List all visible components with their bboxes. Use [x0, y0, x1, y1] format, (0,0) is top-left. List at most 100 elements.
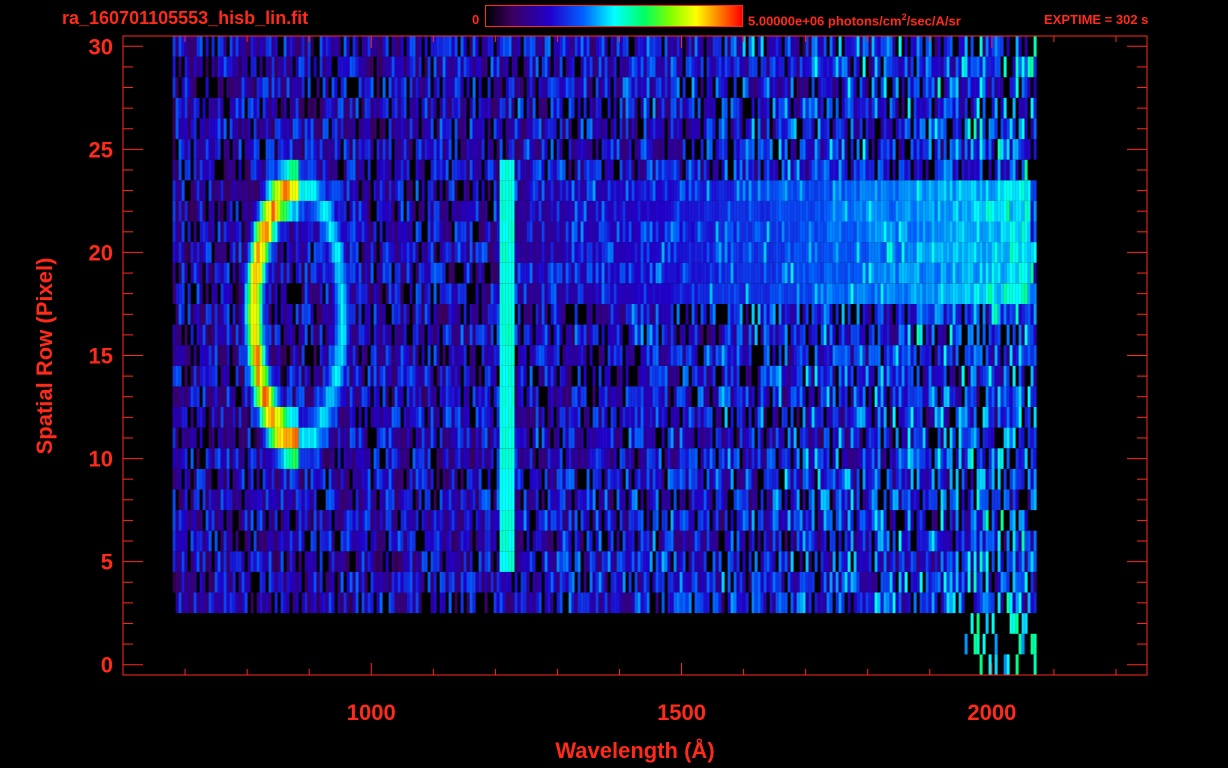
- heatmap-cell: [274, 551, 278, 572]
- heatmap-cell: [205, 510, 209, 531]
- heatmap-cell: [703, 571, 707, 593]
- heatmap-cell: [685, 365, 689, 387]
- heatmap-cell: [916, 530, 920, 552]
- heatmap-cell: [901, 345, 905, 366]
- heatmap-cell: [997, 324, 1001, 346]
- heatmap-cell: [199, 510, 203, 531]
- heatmap-cell: [331, 324, 335, 346]
- heatmap-cell: [934, 571, 938, 593]
- heatmap-cell: [181, 283, 185, 304]
- heatmap-cell: [886, 468, 890, 490]
- heatmap-cell: [190, 592, 194, 614]
- heatmap-cell: [529, 304, 533, 325]
- heatmap-cell: [979, 510, 983, 531]
- heatmap-cell: [250, 345, 254, 366]
- heatmap-cell: [562, 468, 566, 490]
- heatmap-cell: [1018, 407, 1022, 428]
- heatmap-cell: [487, 324, 491, 346]
- heatmap-cell: [940, 468, 944, 490]
- heatmap-cell: [388, 200, 392, 222]
- heatmap-cell: [1012, 571, 1016, 593]
- heatmap-cell: [262, 221, 266, 243]
- heatmap-cell: [274, 448, 278, 469]
- heatmap-cell: [343, 324, 347, 346]
- heatmap-cell: [289, 489, 293, 511]
- heatmap-cell: [712, 510, 716, 531]
- heatmap-cell: [847, 324, 851, 346]
- heatmap-cell: [595, 283, 599, 304]
- heatmap-cell: [940, 242, 944, 263]
- heatmap-cell: [955, 386, 959, 407]
- heatmap-cell: [502, 345, 506, 366]
- heatmap-cell: [688, 448, 692, 469]
- heatmap-cell: [949, 448, 953, 469]
- heatmap-cell: [358, 221, 362, 243]
- heatmap-cell: [199, 407, 203, 428]
- heatmap-cell: [337, 571, 341, 593]
- heatmap-cell: [235, 407, 239, 428]
- heatmap-cell: [598, 242, 602, 263]
- heatmap-cell: [976, 571, 980, 593]
- heatmap-cell: [475, 386, 479, 407]
- heatmap-cell: [460, 592, 464, 614]
- heatmap-cell: [913, 262, 917, 284]
- heatmap-cell: [649, 489, 653, 511]
- heatmap-cell: [760, 448, 764, 469]
- heatmap-cell: [370, 283, 374, 304]
- heatmap-cell: [586, 221, 590, 243]
- heatmap-cell: [892, 386, 896, 407]
- heatmap-cell: [835, 262, 839, 284]
- heatmap-cell: [961, 468, 965, 490]
- heatmap-cell: [592, 551, 596, 572]
- heatmap-cell: [778, 592, 782, 614]
- heatmap-cell: [1033, 345, 1037, 366]
- heatmap-cell: [691, 324, 695, 346]
- heatmap-cell: [949, 365, 953, 387]
- heatmap-cell: [736, 386, 740, 407]
- heatmap-cell: [553, 242, 557, 263]
- heatmap-cell: [781, 221, 785, 243]
- heatmap-cell: [889, 200, 893, 222]
- heatmap-cell: [199, 427, 203, 449]
- heatmap-cell: [1003, 283, 1007, 304]
- heatmap-cell: [220, 510, 224, 531]
- heatmap-cell: [964, 448, 968, 469]
- heatmap-cell: [844, 365, 848, 387]
- heatmap-cell: [685, 592, 689, 614]
- heatmap-cell: [541, 304, 545, 325]
- heatmap-cell: [295, 510, 299, 531]
- heatmap-cell: [304, 592, 308, 614]
- heatmap-cell: [229, 283, 233, 304]
- heatmap-cell: [757, 221, 761, 243]
- heatmap-cell: [340, 324, 344, 346]
- heatmap-cell: [871, 448, 875, 469]
- heatmap-cell: [301, 407, 305, 428]
- heatmap-cell: [868, 242, 872, 263]
- heatmap-cell: [925, 448, 929, 469]
- heatmap-cell: [172, 468, 176, 490]
- heatmap-cell: [454, 407, 458, 428]
- heatmap-cell: [988, 407, 992, 428]
- heatmap-cell: [283, 304, 287, 325]
- heatmap-cell: [604, 221, 608, 243]
- heatmap-cell: [844, 262, 848, 284]
- heatmap-cell: [418, 571, 422, 593]
- heatmap-cell: [355, 242, 359, 263]
- heatmap-cell: [253, 200, 257, 222]
- heatmap-cell: [820, 200, 824, 222]
- heatmap-cell: [328, 551, 332, 572]
- heatmap-cell: [286, 221, 290, 243]
- heatmap-cell: [412, 448, 416, 469]
- heatmap-cell: [688, 571, 692, 593]
- heatmap-cell: [373, 530, 377, 552]
- heatmap-cell: [385, 242, 389, 263]
- heatmap-cell: [826, 448, 830, 469]
- heatmap-cell: [886, 324, 890, 346]
- heatmap-cell: [295, 530, 299, 552]
- heatmap-cell: [535, 242, 539, 263]
- heatmap-cell: [808, 386, 812, 407]
- heatmap-cell: [559, 242, 563, 263]
- heatmap-cell: [649, 365, 653, 387]
- heatmap-cell: [682, 200, 686, 222]
- heatmap-cell: [883, 448, 887, 469]
